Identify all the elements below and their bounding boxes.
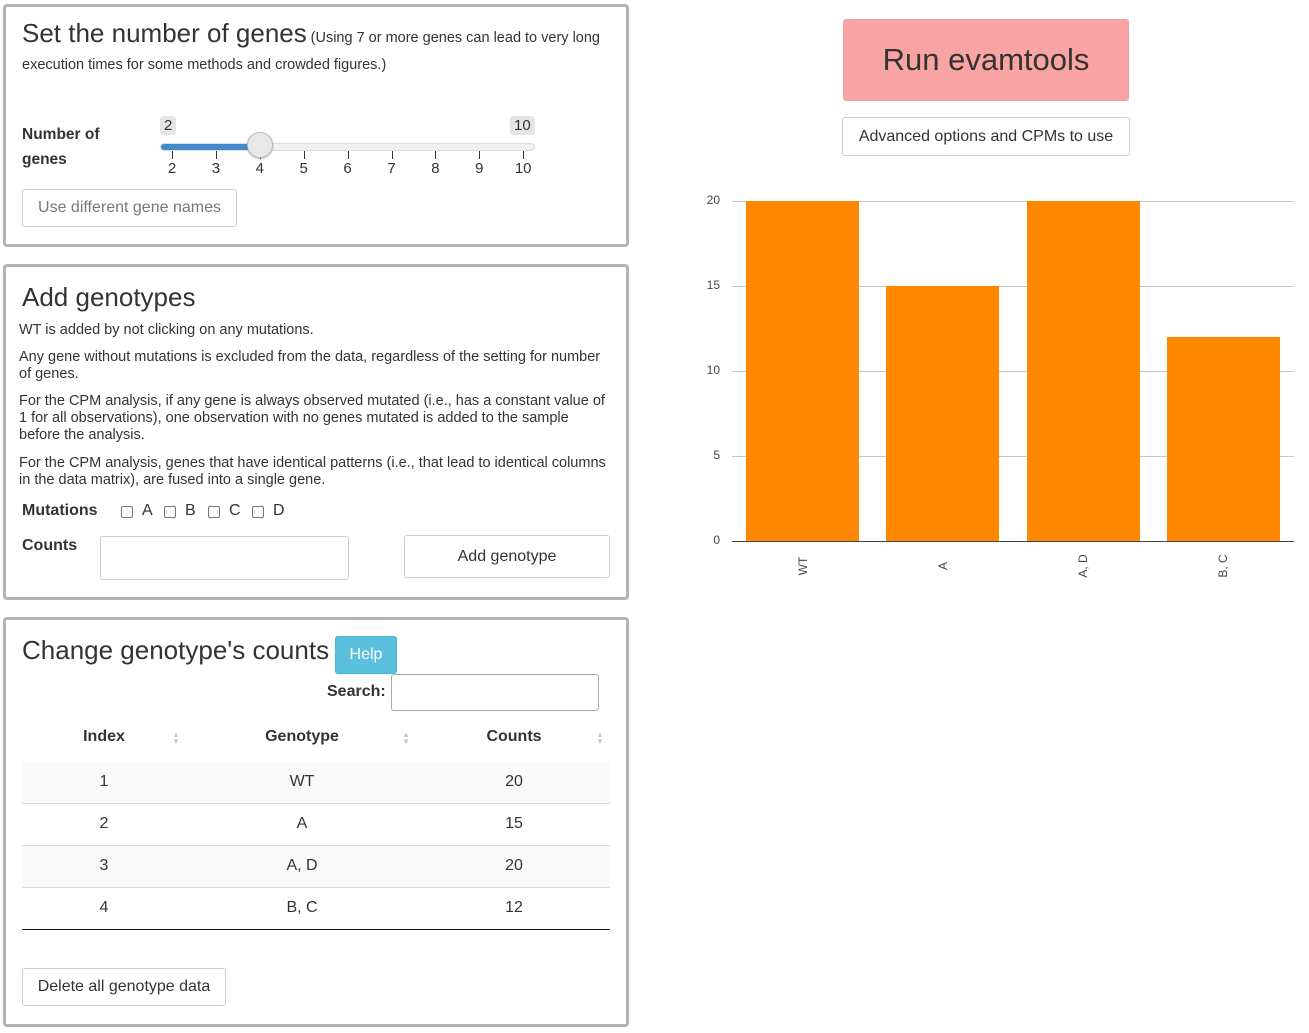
slider-tick-label: 2 [167, 160, 177, 177]
change-counts-title: Change genotype's counts [22, 635, 330, 665]
table-row[interactable]: 3 A, D 20 [22, 846, 610, 888]
slider-tick-label: 10 [514, 160, 532, 177]
search-input[interactable] [391, 674, 599, 711]
cell-genotype: A [296, 815, 308, 832]
add-info-paragraph: For the CPM analysis, genes that have id… [19, 455, 606, 488]
cell-counts[interactable]: 12 [418, 899, 610, 917]
slider-tick-label: 7 [387, 160, 396, 177]
add-info-paragraph: Any gene without mutations is excluded f… [19, 349, 601, 382]
delete-all-genotypes-button[interactable]: Delete all genotype data [22, 968, 226, 1006]
mutation-checkbox-a[interactable] [121, 506, 133, 518]
sort-arrows-icon[interactable]: ▲ ▼ [596, 731, 604, 746]
chart-bar[interactable] [886, 286, 1000, 541]
x-tick-label: A [935, 562, 950, 571]
add-genotype-button[interactable]: Add genotype [404, 535, 610, 578]
chart-bar[interactable] [1026, 201, 1140, 541]
use-different-gene-names-button[interactable]: Use different gene names [22, 189, 237, 227]
genes-title: Set the number of genes [22, 18, 307, 48]
mutation-label-b: B [185, 502, 196, 519]
slider-tick [523, 151, 525, 159]
add-info-paragraph: WT is added by not clicking on any mutat… [19, 322, 314, 338]
gene-count-slider-track[interactable] [160, 143, 535, 151]
x-tick-label: WT [795, 556, 810, 576]
slider-max-label: 10 [510, 116, 535, 135]
column-header-counts[interactable]: Counts [418, 728, 610, 746]
cell-genotype: A, D [286, 857, 318, 874]
slider-label-line2: genes [22, 151, 67, 168]
slider-tick-label: 9 [475, 160, 484, 177]
mutation-label-d: D [273, 502, 285, 519]
slider-tick-label: 3 [211, 160, 221, 177]
cell-genotype: B, C [286, 899, 318, 916]
table-row[interactable]: 2 A 15 [22, 804, 610, 846]
slider-tick [172, 151, 173, 159]
column-header-genotype[interactable]: Genotype [186, 728, 418, 746]
mutation-checkbox-d[interactable] [252, 506, 264, 518]
y-tick-label: 20 [706, 193, 720, 207]
sort-arrows-icon[interactable]: ▲ ▼ [402, 731, 410, 746]
slider-fill [161, 144, 261, 150]
add-info-paragraph: For the CPM analysis, if any gene is alw… [19, 393, 605, 443]
chart-bar[interactable] [1166, 337, 1280, 541]
cell-counts[interactable]: 20 [418, 773, 610, 791]
counts-label: Counts [22, 537, 78, 554]
add-genotypes-title: Add genotypes [22, 282, 196, 312]
slider-tick [347, 151, 349, 159]
run-evamtools-button[interactable]: Run evamtools [843, 19, 1129, 101]
cell-index: 2 [99, 815, 109, 832]
mutation-label-c: C [229, 502, 241, 519]
slider-tick-label: 5 [299, 160, 308, 177]
y-tick-label: 15 [706, 278, 720, 292]
mutation-checkbox-b[interactable] [164, 506, 176, 518]
slider-tick [303, 151, 305, 159]
slider-tick-label: 8 [431, 160, 440, 177]
slider-tick [215, 151, 217, 159]
x-tick-label: A, D [1076, 554, 1091, 578]
help-button[interactable]: Help [335, 636, 397, 674]
slider-tick [391, 151, 393, 159]
column-header-index[interactable]: Index [22, 728, 186, 746]
slider-min-label: 2 [160, 116, 177, 135]
y-tick-label: 10 [706, 363, 720, 377]
cell-index: 3 [99, 857, 109, 874]
x-tick-label: B, C [1216, 554, 1231, 578]
slider-tick [435, 151, 437, 159]
y-tick-label: 0 [713, 533, 720, 547]
slider-tick-label: 6 [343, 160, 352, 177]
search-label: Search: [327, 683, 386, 700]
mutations-label: Mutations [22, 502, 98, 519]
sort-arrows-icon[interactable]: ▲ ▼ [172, 731, 180, 746]
cell-counts[interactable]: 20 [418, 857, 610, 875]
cell-index: 1 [99, 773, 109, 790]
mutation-label-a: A [142, 502, 153, 519]
mutation-checkbox-c[interactable] [208, 506, 220, 518]
counts-input[interactable] [100, 536, 349, 580]
cell-genotype: WT [289, 773, 315, 790]
table-row[interactable]: 1 WT 20 [22, 762, 610, 804]
chart-gridline [732, 541, 1294, 542]
table-row[interactable]: 4 B, C 12 [22, 888, 610, 930]
advanced-options-button[interactable]: Advanced options and CPMs to use [842, 117, 1130, 156]
y-tick-label: 5 [713, 448, 720, 462]
slider-label-line1: Number of [22, 126, 100, 143]
chart-bar[interactable] [746, 201, 859, 541]
slider-tick [479, 151, 481, 159]
genes-title-block: Set the number of genes (Using 7 or more… [22, 20, 612, 78]
slider-handle[interactable] [246, 132, 273, 158]
slider-tick-label: 4 [255, 160, 264, 177]
cell-index: 4 [99, 899, 109, 916]
cell-counts[interactable]: 15 [418, 815, 610, 833]
